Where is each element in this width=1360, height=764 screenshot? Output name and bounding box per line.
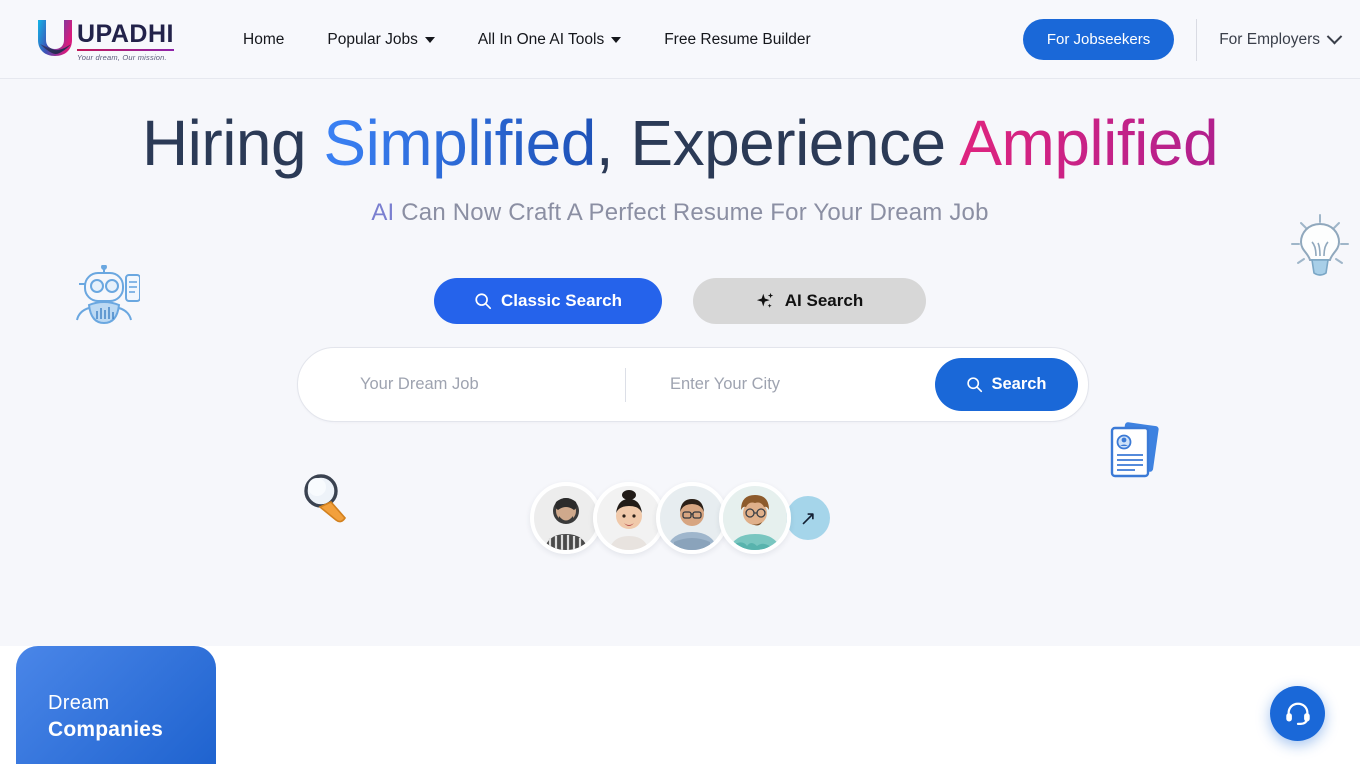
resume-documents-icon — [1098, 416, 1170, 489]
subtitle-ai-word: AI — [371, 199, 395, 226]
avatar — [593, 482, 665, 554]
header-divider — [1196, 18, 1198, 61]
page-root: UPADHI Your dream, Our mission. Home Pop… — [0, 0, 1360, 764]
dream-companies-panel: Dream Companies — [16, 646, 216, 764]
upadhi-u-handshake-icon — [34, 16, 76, 62]
search-icon — [475, 293, 492, 310]
hero-section: Hiring Simplified, Experience Amplified … — [0, 79, 1360, 670]
arrow-up-right-icon: ↗ — [799, 507, 817, 530]
site-logo[interactable]: UPADHI Your dream, Our mission. — [34, 16, 174, 62]
magnifier-icon — [297, 468, 353, 531]
classic-search-label: Classic Search — [501, 291, 622, 310]
candidate-avatar-group: ↗ — [0, 482, 1360, 554]
city-input[interactable] — [670, 375, 909, 394]
logo-underline — [77, 49, 174, 51]
nav-label: Popular Jobs — [327, 30, 418, 48]
headline-part-2: , Experience — [595, 107, 960, 179]
for-employers-menu[interactable]: For Employers — [1219, 28, 1343, 49]
dream-panel-line-2: Companies — [48, 718, 163, 741]
main-navigation: Home Popular Jobs All In One AI Tools Fr… — [243, 0, 811, 79]
search-submit-button[interactable]: Search — [935, 358, 1078, 411]
chevron-down-icon — [611, 36, 622, 43]
subtitle-rest: Can Now Craft A Perfect Resume For Your … — [394, 199, 989, 226]
nav-item-home[interactable]: Home — [243, 31, 284, 49]
sparkle-icon — [756, 292, 774, 308]
nav-item-popular-jobs[interactable]: Popular Jobs — [327, 30, 435, 49]
job-title-field-wrap — [298, 375, 625, 394]
search-icon — [967, 377, 983, 393]
page-subtitle: AI Can Now Craft A Perfect Resume For Yo… — [0, 199, 1360, 227]
chevron-down-icon — [424, 36, 435, 43]
support-headset-icon — [1285, 702, 1310, 725]
support-chat-button[interactable] — [1270, 686, 1325, 741]
headline-highlight-amplified: Amplified — [959, 107, 1219, 179]
city-field-wrap — [626, 375, 935, 394]
for-employers-label: For Employers — [1219, 30, 1320, 48]
search-button-label: Search — [991, 375, 1047, 393]
chevron-down-icon — [1326, 28, 1343, 45]
headline-highlight-simplified: Simplified — [323, 107, 596, 179]
job-search-bar: Search — [297, 347, 1089, 422]
for-jobseekers-button[interactable]: For Jobseekers — [1022, 19, 1175, 60]
headline-part-1: Hiring — [141, 107, 324, 179]
view-more-candidates-button[interactable]: ↗ — [786, 496, 830, 540]
ai-robot-icon — [72, 264, 141, 332]
nav-label: All In One AI Tools — [477, 30, 605, 48]
avatar — [656, 482, 728, 554]
site-header: UPADHI Your dream, Our mission. Home Pop… — [0, 0, 1360, 79]
ai-search-label: AI Search — [784, 291, 864, 310]
classic-search-tab[interactable]: Classic Search — [434, 278, 662, 324]
header-actions: For Jobseekers For Employers — [1022, 0, 1343, 79]
job-title-input[interactable] — [360, 375, 599, 394]
ai-search-tab[interactable]: AI Search — [693, 278, 926, 324]
nav-label: Free Resume Builder — [664, 30, 811, 48]
nav-item-ai-tools[interactable]: All In One AI Tools — [477, 30, 622, 49]
search-mode-toggle-group: Classic Search AI Search — [0, 278, 1360, 324]
avatar — [530, 482, 602, 554]
page-title: Hiring Simplified, Experience Amplified — [0, 105, 1360, 181]
lightbulb-icon — [1286, 211, 1354, 286]
nav-label: Home — [243, 30, 285, 48]
dream-panel-line-1: Dream — [48, 692, 110, 714]
nav-item-resume-builder[interactable]: Free Resume Builder — [664, 31, 810, 49]
avatar — [719, 482, 791, 554]
logo-wordmark: UPADHI — [77, 20, 174, 48]
logo-tagline: Your dream, Our mission. — [77, 53, 167, 62]
